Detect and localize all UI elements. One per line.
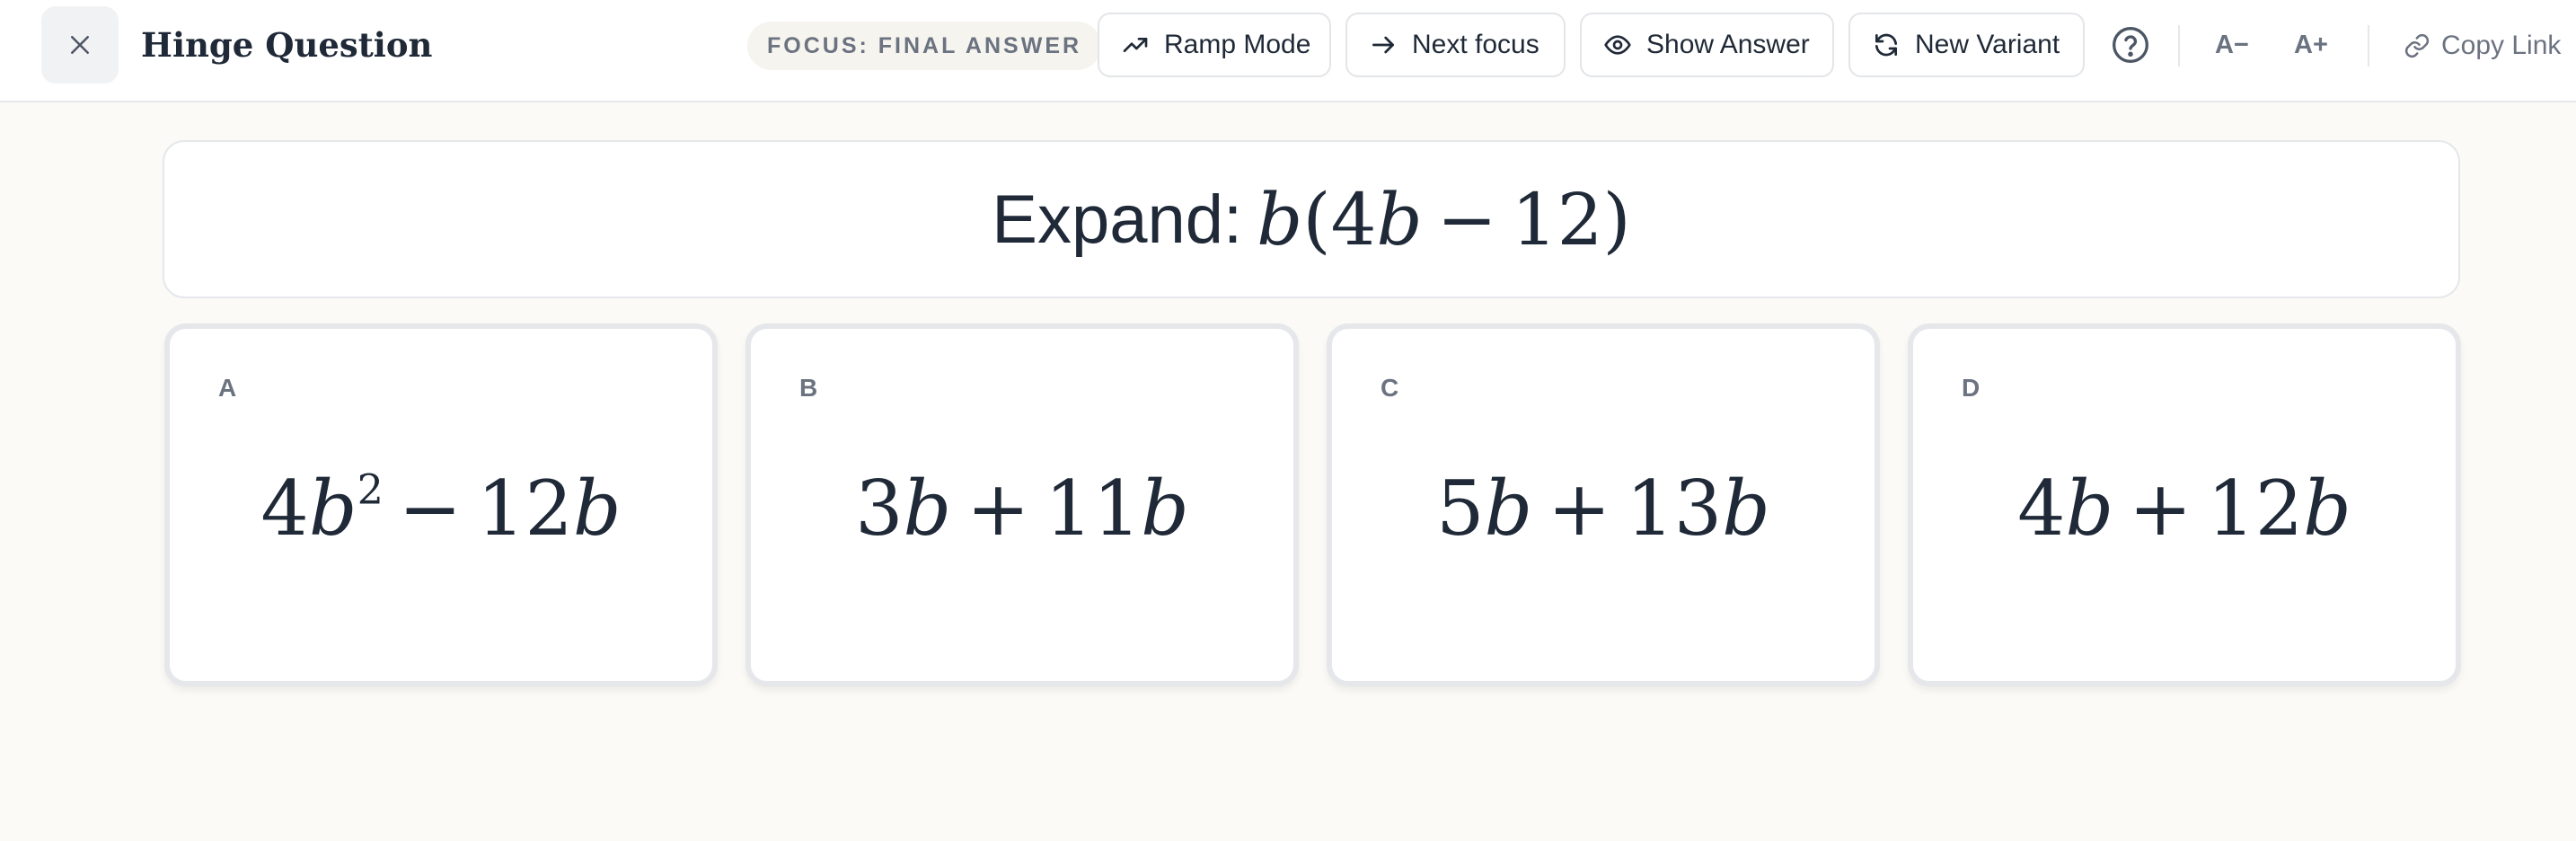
expr-constant: 12 <box>1511 177 1603 261</box>
question-card: Expand: b(4b − 12) <box>163 140 2460 298</box>
ramp-mode-button[interactable]: Ramp Mode <box>1098 13 1331 77</box>
ramp-mode-label: Ramp Mode <box>1164 30 1311 59</box>
next-focus-button[interactable]: Next focus <box>1345 13 1566 77</box>
option-term-variable: b <box>1484 465 1533 553</box>
copy-link-button[interactable]: Copy Link <box>2404 25 2561 66</box>
option-operator: + <box>1548 465 1611 553</box>
option-expression: 4b + 12b <box>1913 464 2456 553</box>
arrow-right-icon <box>1372 36 1394 54</box>
question-expression: b(4b − 12) <box>1257 177 1631 261</box>
option-term-variable: b <box>1722 465 1770 553</box>
close-icon <box>71 36 89 54</box>
new-variant-button[interactable]: New Variant <box>1848 13 2085 77</box>
option-term-coefficient: 5 <box>1436 465 1485 553</box>
show-answer-button[interactable]: Show Answer <box>1580 13 1834 77</box>
option-letter: C <box>1381 374 1399 402</box>
option-term-variable: b <box>903 465 952 553</box>
option-letter: A <box>218 374 237 402</box>
option-letter: D <box>1962 374 1981 402</box>
refresh-icon <box>1875 33 1897 57</box>
copy-link-label: Copy Link <box>2441 31 2562 60</box>
option-term-coefficient: 13 <box>1626 465 1723 553</box>
option-term-coefficient: 12 <box>2207 465 2304 553</box>
toolbar-divider <box>2178 25 2180 66</box>
option-term-coefficient: 12 <box>476 465 573 553</box>
option-operator: − <box>398 465 463 553</box>
option-card-b[interactable]: B 3b + 11b <box>745 323 1299 686</box>
option-term-variable: b <box>2303 465 2351 553</box>
option-term-variable: b <box>2065 465 2114 553</box>
option-expression: 5b + 13b <box>1332 464 1875 553</box>
expr-operator: − <box>1436 177 1497 261</box>
option-expression: 3b + 11b <box>751 464 1293 553</box>
expr-inner-variable: b <box>1376 177 1423 261</box>
increase-font-button[interactable]: A+ <box>2294 27 2328 63</box>
option-term-coefficient: 4 <box>260 465 309 553</box>
focus-badge: FOCUS: FINAL ANSWER <box>747 22 1102 70</box>
option-term-variable: b <box>308 465 357 553</box>
option-term-coefficient: 4 <box>2017 465 2066 553</box>
option-expression: 4b2 − 12b <box>170 464 712 553</box>
option-card-c[interactable]: C 5b + 13b <box>1327 323 1880 686</box>
toolbar-divider <box>2368 25 2369 66</box>
option-term-variable: b <box>572 465 622 553</box>
option-card-d[interactable]: D 4b + 12b <box>1908 323 2461 686</box>
option-term-coefficient: 3 <box>855 465 904 553</box>
top-toolbar: Hinge Question FOCUS: FINAL ANSWER Ramp … <box>0 0 2576 102</box>
trending-up-icon <box>1123 37 1148 52</box>
expr-variable: b <box>1257 177 1303 261</box>
link-icon <box>2404 33 2430 58</box>
option-term-coefficient: 11 <box>1045 465 1142 553</box>
decrease-font-button[interactable]: A− <box>2215 27 2249 63</box>
next-focus-label: Next focus <box>1412 30 1539 59</box>
close-button[interactable] <box>41 6 119 84</box>
page-title: Hinge Question <box>141 25 433 65</box>
new-variant-label: New Variant <box>1915 30 2060 59</box>
option-letter: B <box>799 374 818 402</box>
help-circle-icon[interactable] <box>2111 25 2150 65</box>
option-term-variable: b <box>1141 465 1189 553</box>
option-term-exponent: 2 <box>357 465 384 514</box>
option-operator: + <box>966 465 1030 553</box>
expr-inner-coefficient: 4 <box>1330 177 1377 261</box>
eye-icon <box>1604 35 1631 55</box>
question-prompt: Expand: <box>992 181 1243 258</box>
option-operator: + <box>2129 465 2192 553</box>
show-answer-label: Show Answer <box>1646 30 1810 59</box>
option-card-a[interactable]: A 4b2 − 12b <box>164 323 718 686</box>
